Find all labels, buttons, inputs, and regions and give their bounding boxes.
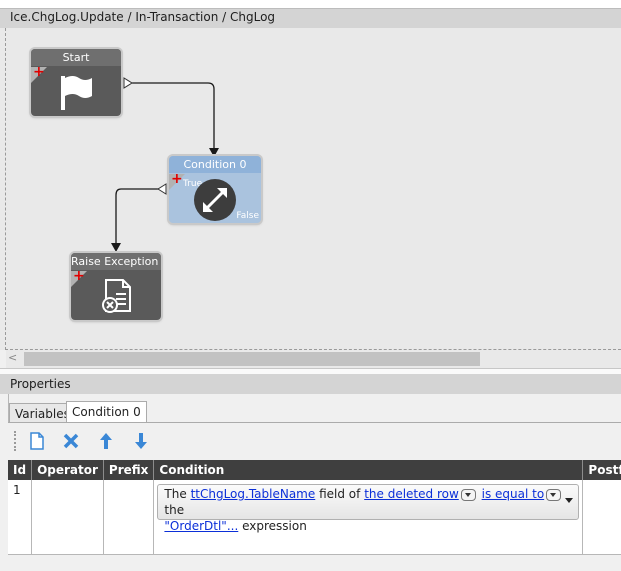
add-icon[interactable]: + [33,65,45,79]
table-row[interactable]: 1 The ttChgLog.TableName field of the de… [8,480,621,555]
value-link[interactable]: "OrderDtl"... [164,519,238,533]
document-error-icon [102,279,131,313]
column-header-operator[interactable]: Operator [31,460,104,480]
connector-start-to-condition [132,82,215,148]
column-header-id[interactable]: Id [8,460,33,480]
add-icon[interactable]: + [73,269,85,283]
condition-text: the [164,503,185,517]
raise-exception-node[interactable]: Raise Exception 0 + [71,253,161,320]
swap-arrows-icon [194,179,236,221]
cell-id[interactable]: 1 [8,480,33,555]
delete-row-button[interactable] [60,430,82,452]
flag-icon [61,76,92,110]
condition-expression-box[interactable]: The ttChgLog.TableName field of the dele… [157,484,580,533]
column-header-condition[interactable]: Condition [153,460,584,480]
cell-prefix[interactable] [103,480,155,555]
connector-condition-to-raise [115,188,160,244]
raise-exception-node-body: + [71,269,161,320]
output-port [123,77,133,89]
start-node-body: + [31,65,121,116]
condition-text: expression [242,519,307,533]
move-down-button[interactable] [130,430,152,452]
move-up-button[interactable] [95,430,117,452]
start-node[interactable]: Start + [31,49,121,116]
chevron-down-icon[interactable] [565,498,574,503]
condition-node-body: + True False [169,172,261,223]
column-header-postfix[interactable]: Postfi [582,460,621,480]
new-document-icon [30,432,44,450]
scrollbar-thumb[interactable] [24,352,480,366]
condition-node[interactable]: Condition 0 + True False [169,156,261,223]
move-up-icon [100,433,112,449]
new-row-button[interactable] [25,430,47,452]
condition-grid: Id Operator Prefix Condition Postfi 1 Th… [8,460,621,555]
tab-condition-0[interactable]: Condition 0 [66,401,147,423]
add-icon[interactable]: + [171,172,183,186]
field-link[interactable]: ttChgLog.TableName [191,487,316,501]
input-port [157,183,167,195]
arrow-head [111,243,121,252]
cell-operator[interactable] [31,480,104,555]
cell-postfix[interactable] [582,480,621,555]
condition-text: The [164,487,187,501]
operator-link[interactable]: is equal to [482,487,545,501]
properties-header [0,374,621,394]
delete-x-icon [63,433,79,449]
false-branch-label: False [236,211,259,221]
operator-dropdown[interactable] [546,488,562,501]
toolbar-grip [14,431,16,451]
cell-condition[interactable]: The ttChgLog.TableName field of the dele… [153,480,584,555]
move-down-icon [135,433,147,449]
condition-node-title: Condition 0 [169,156,261,173]
scroll-left-arrow[interactable]: < [8,351,17,364]
column-header-prefix[interactable]: Prefix [103,460,155,480]
row-source-dropdown[interactable] [460,488,476,501]
row-source-link[interactable]: the deleted row [364,487,459,501]
properties-title: Properties [10,377,71,391]
condition-text: field of [319,487,361,501]
